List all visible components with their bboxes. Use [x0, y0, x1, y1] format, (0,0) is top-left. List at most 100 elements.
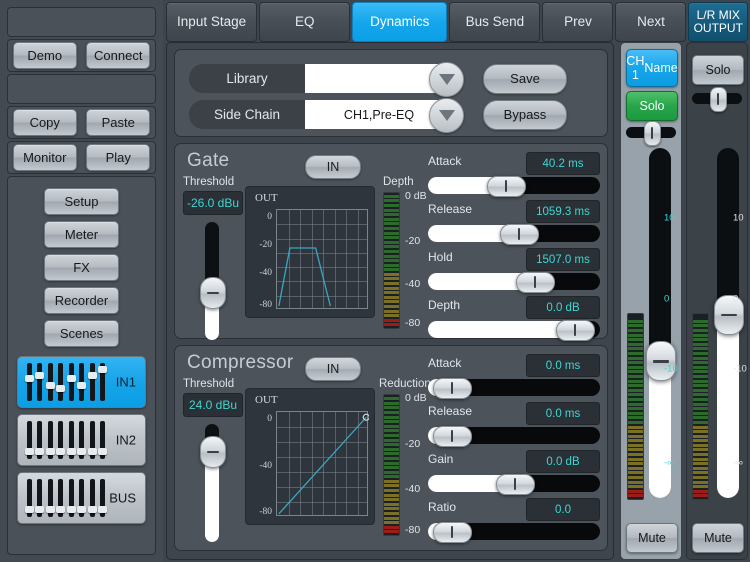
chevron-down-icon[interactable] — [429, 62, 464, 97]
meter-segment — [693, 379, 708, 383]
tab-prev[interactable]: Prev — [542, 2, 614, 42]
setup-button[interactable]: Setup — [44, 188, 119, 215]
tab-dynamics[interactable]: Dynamics — [352, 2, 448, 42]
preset-bus[interactable]: BUS — [17, 472, 146, 524]
meter-tick: -20 — [405, 438, 421, 451]
param-slider[interactable] — [428, 272, 600, 293]
fader-fill — [717, 313, 739, 498]
meter-segment — [628, 420, 643, 424]
meter-segment — [384, 236, 399, 240]
meter-segment — [384, 240, 399, 244]
meter-segment — [384, 461, 399, 465]
param-slider[interactable] — [428, 522, 600, 543]
slider-knob[interactable] — [709, 87, 727, 112]
tab-input-stage[interactable]: Input Stage — [166, 2, 258, 42]
slider-knob[interactable] — [433, 522, 473, 543]
sidechain-field[interactable]: CH1,Pre-EQ — [305, 98, 464, 133]
bypass-button[interactable]: Bypass — [483, 99, 567, 130]
copy-button[interactable]: Copy — [12, 109, 77, 136]
chevron-down-icon[interactable] — [429, 98, 464, 133]
meter-segment — [693, 480, 708, 484]
demo-button[interactable]: Demo — [12, 42, 77, 69]
channel-fader[interactable] — [646, 148, 676, 498]
tab-l-r-mix-output[interactable]: L/R MIX OUTPUT — [688, 2, 748, 42]
channel-mute-button[interactable]: Mute — [626, 523, 678, 553]
output-solo-button[interactable]: Solo — [692, 55, 744, 85]
slider-knob[interactable] — [433, 378, 473, 399]
mini-fader — [56, 363, 66, 401]
preset-in1[interactable]: IN1 — [17, 356, 146, 408]
param-slider[interactable] — [428, 474, 600, 495]
slider-knob[interactable] — [556, 320, 596, 341]
meter-segment — [628, 352, 643, 355]
meter-button[interactable]: Meter — [44, 221, 119, 248]
meter-segment — [628, 374, 643, 378]
output-mute-button[interactable]: Mute — [692, 523, 744, 553]
monitor-button[interactable]: Monitor — [12, 144, 77, 171]
preset-in2[interactable]: IN2 — [17, 414, 146, 466]
play-button[interactable]: Play — [86, 144, 151, 171]
output-pan-slider[interactable] — [692, 87, 742, 112]
library-field[interactable] — [305, 62, 464, 97]
param-slider[interactable] — [428, 426, 600, 447]
graph-y-tick: -80 — [259, 506, 272, 517]
meter-segment — [628, 370, 643, 374]
param-slider[interactable] — [428, 378, 600, 399]
slider-knob[interactable] — [495, 474, 535, 495]
param-slider[interactable] — [428, 320, 600, 341]
slider-knob[interactable] — [643, 121, 661, 146]
gate-threshold-slider[interactable] — [200, 222, 226, 340]
channel-pan-slider[interactable] — [626, 121, 676, 146]
param-value: 0.0 ms — [526, 354, 600, 377]
fader-knob[interactable] — [646, 341, 676, 382]
param-slider[interactable] — [428, 224, 600, 245]
save-button[interactable]: Save — [483, 63, 567, 94]
meter-segment — [384, 401, 399, 405]
meter-segment — [384, 203, 399, 207]
paste-button[interactable]: Paste — [86, 109, 151, 136]
tab-eq[interactable]: EQ — [259, 2, 351, 42]
param-label: Release — [428, 202, 473, 216]
meter-segment — [384, 475, 399, 479]
tab-label: EQ — [294, 13, 315, 29]
fx-button[interactable]: FX — [44, 254, 119, 281]
output-fader[interactable] — [714, 148, 744, 498]
compressor-reduction-meter — [383, 394, 400, 536]
channel-name-button[interactable]: CH 1 Name — [626, 49, 678, 87]
graph-y-tick: -40 — [259, 460, 272, 471]
slider-knob[interactable] — [433, 426, 473, 447]
meter-segment — [693, 457, 708, 461]
gate-in-button[interactable]: IN — [305, 155, 361, 179]
slider-knob[interactable] — [200, 276, 226, 309]
mini-fader-group — [25, 363, 107, 401]
param-label: Attack — [428, 356, 462, 370]
tab-bus-send[interactable]: Bus Send — [449, 2, 541, 42]
meter-segment — [693, 319, 708, 323]
compressor-threshold-slider[interactable] — [200, 424, 226, 542]
slider-knob[interactable] — [487, 176, 527, 197]
gate-depth-meter — [383, 192, 400, 329]
meter-segment — [628, 462, 643, 466]
recorder-button[interactable]: Recorder — [44, 287, 119, 314]
output-strip-lr: Solo 10 0 -10 -∞ Mute — [686, 42, 748, 560]
meter-segment — [628, 319, 643, 323]
slider-knob[interactable] — [499, 224, 539, 245]
fader-knob[interactable] — [714, 294, 744, 335]
meter-segment — [693, 430, 708, 434]
param-slider[interactable] — [428, 176, 600, 197]
meter-segment — [628, 407, 643, 411]
channel-solo-button[interactable]: Solo — [626, 91, 678, 121]
meter-segment — [384, 410, 399, 414]
gate-card: Gate IN Threshold -26.0 dBu OUT 0 -20 -40 -8… — [174, 143, 608, 341]
graph-y-tick: 0 — [267, 212, 272, 222]
scenes-button[interactable]: Scenes — [44, 320, 119, 347]
slider-knob[interactable] — [515, 272, 555, 293]
connect-button[interactable]: Connect — [86, 42, 151, 69]
mini-fader-knob — [35, 448, 45, 456]
meter-segment — [384, 249, 399, 253]
tab-next[interactable]: Next — [615, 2, 687, 42]
compressor-in-button[interactable]: IN — [305, 357, 361, 381]
mini-fader-knob — [77, 382, 87, 390]
graph-y-tick: -40 — [259, 268, 272, 278]
slider-knob[interactable] — [200, 436, 226, 469]
